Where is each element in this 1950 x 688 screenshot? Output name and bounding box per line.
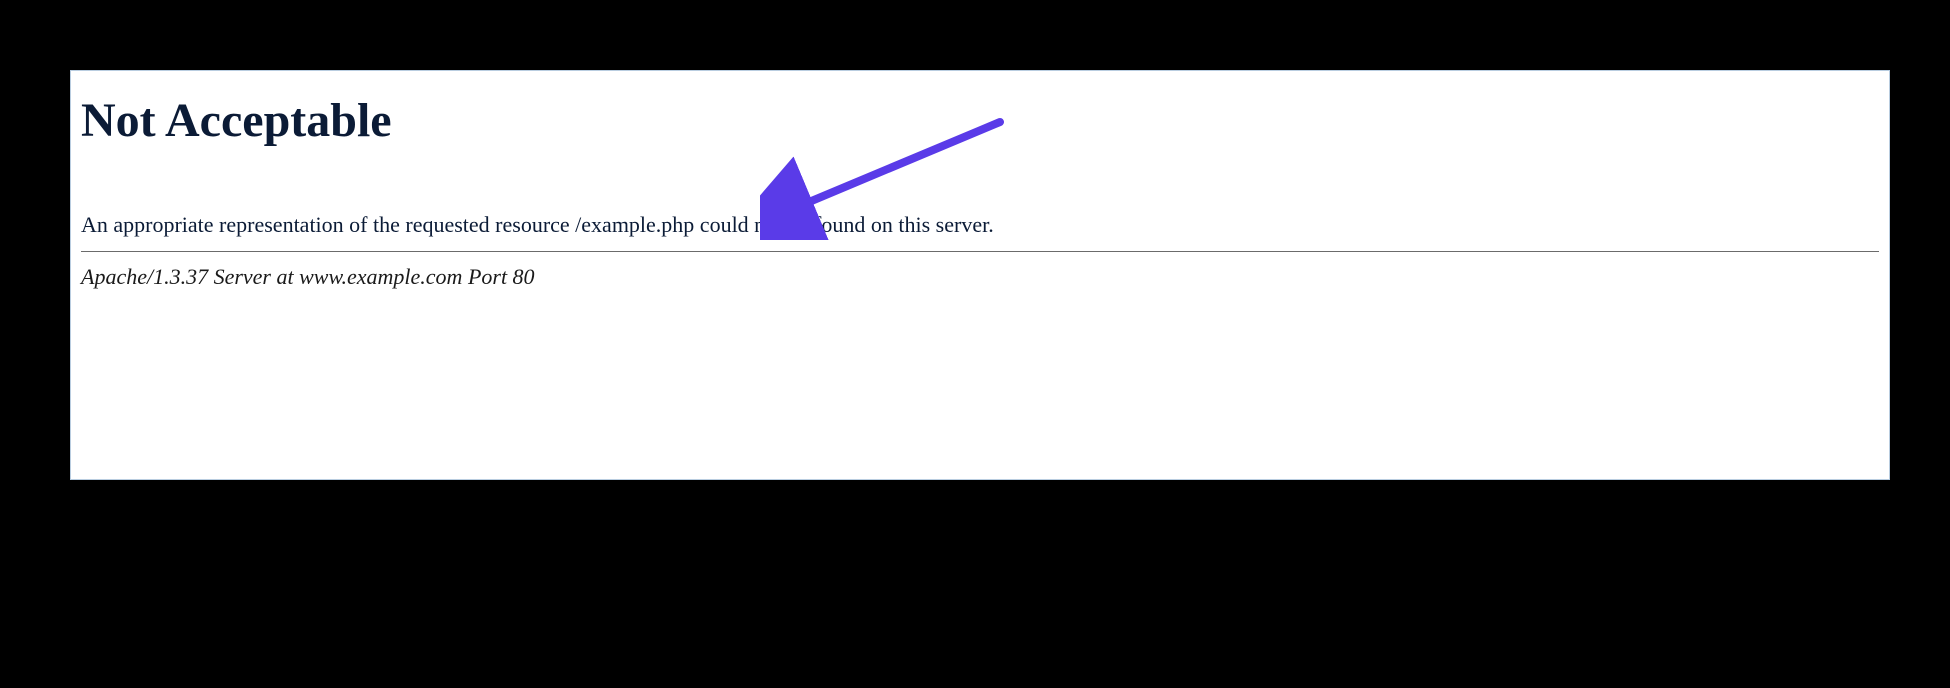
- page-title: Not Acceptable: [81, 93, 1879, 148]
- divider: [81, 251, 1879, 252]
- error-page-container: Not Acceptable An appropriate representa…: [70, 70, 1890, 480]
- error-message: An appropriate representation of the req…: [81, 208, 1879, 241]
- server-info: Apache/1.3.37 Server at www.example.com …: [81, 262, 1879, 293]
